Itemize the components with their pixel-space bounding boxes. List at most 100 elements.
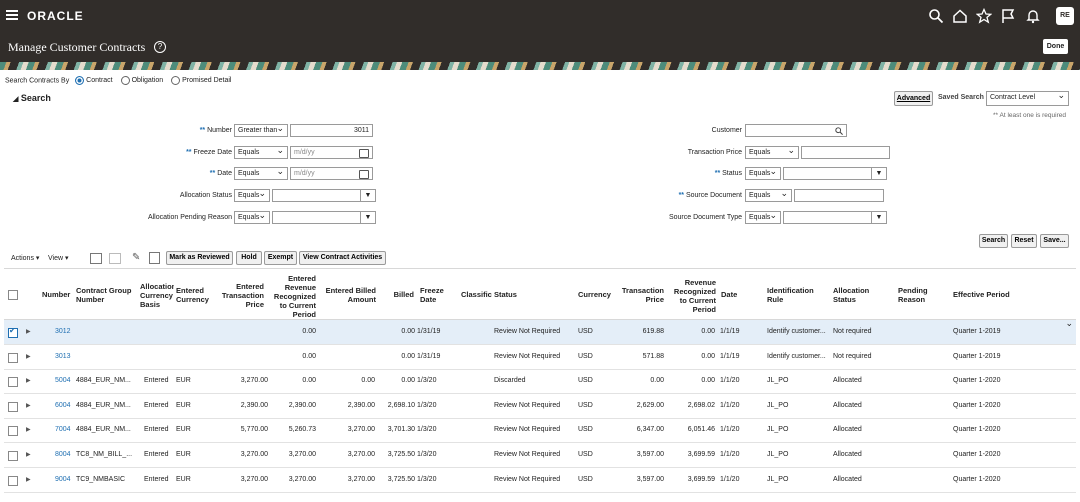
col-contract-group-number[interactable]: Contract Group Number	[76, 286, 136, 304]
table-row[interactable]: ✔ ▶ 3012 0.00 0.00 1/31/19 Review Not Required…	[4, 318, 1076, 345]
edit-pencil-icon[interactable]: ✎	[132, 252, 140, 263]
freeze-column-icon[interactable]	[90, 253, 102, 264]
expand-row-icon[interactable]: ▶	[26, 377, 31, 384]
col-freeze-date[interactable]: Freeze Date	[420, 286, 448, 304]
source-document-type-operator-select[interactable]: Equals	[745, 210, 781, 224]
exempt-button[interactable]: Exempt	[264, 251, 297, 265]
col-allocation-status[interactable]: Allocation Status	[833, 286, 883, 304]
col-currency[interactable]: Currency	[578, 290, 611, 299]
view-menu[interactable]: View ▾	[48, 254, 69, 262]
table-row[interactable]: ▶ 8004 TC8_NM_BILL_... Entered EUR 3,270.00 3,…	[4, 443, 1076, 468]
cell-number[interactable]: 8004	[55, 451, 71, 458]
expand-row-icon[interactable]: ▶	[26, 328, 31, 335]
col-revenue-recognized[interactable]: Revenue Recognized to Current Period	[670, 278, 716, 314]
cell-number[interactable]: 7004	[55, 426, 71, 433]
col-billed[interactable]: Billed	[384, 290, 414, 299]
expand-row-icon[interactable]: ▶	[26, 426, 31, 433]
search-icon[interactable]	[928, 8, 944, 24]
radio-promised-detail[interactable]: Promised Detail	[171, 76, 231, 85]
actions-menu[interactable]: Actions ▾	[11, 254, 39, 262]
calendar-icon[interactable]	[359, 170, 369, 179]
search-button[interactable]: Search	[979, 234, 1008, 248]
col-allocation-currency-basis[interactable]: Allocation Currency Basis	[140, 282, 174, 309]
row-checkbox[interactable]	[8, 377, 18, 388]
row-checkbox[interactable]	[8, 352, 18, 363]
row-checkbox[interactable]	[8, 426, 18, 437]
radio-contract[interactable]: Contract	[75, 76, 113, 85]
col-entered-revenue-recognized[interactable]: Entered Revenue Recognized to Current Pe…	[270, 274, 316, 319]
col-date[interactable]: Date	[721, 290, 737, 299]
advanced-button[interactable]: Advanced	[894, 91, 933, 106]
expand-row-icon[interactable]: ▶	[26, 451, 31, 458]
view-contract-activities-button[interactable]: View Contract Activities	[299, 251, 386, 265]
expand-row-icon[interactable]: ▶	[26, 353, 31, 360]
date-operator-select[interactable]: Equals	[234, 166, 288, 180]
cell-number[interactable]: 3012	[55, 328, 71, 335]
reset-button[interactable]: Reset	[1011, 234, 1037, 248]
allocation-pending-reason-select[interactable]: ▼	[272, 211, 376, 224]
expand-row-icon[interactable]: ▶	[26, 476, 31, 483]
dropdown-arrow-icon[interactable]: ▼	[360, 190, 375, 201]
number-operator-select[interactable]: Greater than	[234, 123, 288, 137]
col-effective-period[interactable]: Effective Period	[953, 290, 1010, 299]
col-classification[interactable]: Classific	[461, 290, 492, 299]
col-entered-transaction-price[interactable]: Entered Transaction Price	[216, 282, 264, 309]
saved-search-select[interactable]: Contract Level	[986, 90, 1069, 106]
status-select[interactable]: ▼	[783, 167, 887, 180]
dropdown-arrow-icon[interactable]: ▼	[871, 212, 886, 223]
table-row[interactable]: ▶ 3013 0.00 0.00 1/31/19 Review Not Required U…	[4, 345, 1076, 370]
source-document-type-select[interactable]: ▼	[783, 211, 887, 224]
radio-obligation[interactable]: Obligation	[120, 76, 163, 85]
user-avatar[interactable]: RE	[1056, 7, 1074, 25]
favorites-star-icon[interactable]	[976, 8, 992, 24]
cell-number[interactable]: 6004	[55, 402, 71, 409]
notifications-bell-icon[interactable]	[1025, 8, 1041, 24]
dropdown-arrow-icon[interactable]: ▼	[871, 168, 886, 179]
col-transaction-price[interactable]: Transaction Price	[620, 286, 664, 304]
row-checkbox[interactable]	[8, 475, 18, 486]
transaction-price-operator-select[interactable]: Equals	[745, 145, 799, 159]
freeze-date-input[interactable]: m/d/yy	[290, 146, 373, 159]
col-number[interactable]: Number	[42, 290, 70, 299]
allocation-status-select[interactable]: ▼	[272, 189, 376, 202]
col-entered-currency[interactable]: Entered Currency	[176, 286, 214, 304]
search-icon[interactable]	[835, 127, 843, 135]
source-document-input[interactable]	[794, 189, 884, 202]
cell-number[interactable]: 5004	[55, 377, 71, 384]
calendar-icon[interactable]	[359, 149, 369, 158]
row-checkbox[interactable]	[8, 451, 18, 461]
table-row[interactable]: ▶ 5004 4884_EUR_NM... Entered EUR 3,270.00 0.0…	[4, 369, 1076, 395]
status-operator-select[interactable]: Equals	[745, 166, 781, 180]
done-button[interactable]: Done	[1043, 39, 1068, 54]
allocation-status-operator-select[interactable]: Equals	[234, 188, 270, 202]
number-input[interactable]: 3011	[290, 124, 373, 137]
watchlist-flag-icon[interactable]	[1000, 8, 1016, 24]
search-section-toggle[interactable]: ◢ Search	[13, 93, 51, 103]
col-identification-rule[interactable]: Identification Rule	[767, 286, 823, 304]
row-checkbox-checked[interactable]: ✔	[8, 326, 18, 338]
save-button[interactable]: Save...	[1040, 234, 1069, 248]
table-row[interactable]: ▶ 7004 4884_EUR_NM... Entered EUR 5,770.00 5,2…	[4, 418, 1076, 444]
col-status[interactable]: Status	[494, 290, 517, 299]
help-icon[interactable]: ?	[154, 41, 166, 53]
customer-input[interactable]	[745, 124, 847, 137]
expand-row-icon[interactable]: ▶	[26, 402, 31, 409]
menu-icon[interactable]	[6, 8, 18, 23]
hold-button[interactable]: Hold	[236, 251, 262, 265]
table-row[interactable]: ▶ 6004 4884_EUR_NM... Entered EUR 2,390.00 2,3…	[4, 394, 1076, 419]
document-icon[interactable]	[149, 252, 160, 264]
date-input[interactable]: m/d/yy	[290, 167, 373, 180]
source-document-operator-select[interactable]: Equals	[745, 188, 792, 202]
col-entered-billed-amount[interactable]: Entered Billed Amount	[322, 286, 376, 304]
home-icon[interactable]	[952, 8, 968, 24]
mark-as-reviewed-button[interactable]: Mark as Reviewed	[166, 251, 233, 265]
allocation-pending-reason-operator-select[interactable]: Equals	[234, 210, 270, 224]
cell-number[interactable]: 9004	[55, 476, 71, 483]
transaction-price-input[interactable]	[801, 146, 890, 159]
select-all-checkbox[interactable]	[8, 290, 18, 300]
table-row[interactable]: ▶ 9004 TC9_NMBASIC Entered EUR 3,270.00 3,270.…	[4, 468, 1076, 493]
freeze-date-operator-select[interactable]: Equals	[234, 145, 288, 159]
dropdown-arrow-icon[interactable]: ▼	[360, 212, 375, 223]
detach-icon[interactable]	[109, 253, 121, 264]
row-checkbox[interactable]	[8, 401, 18, 412]
